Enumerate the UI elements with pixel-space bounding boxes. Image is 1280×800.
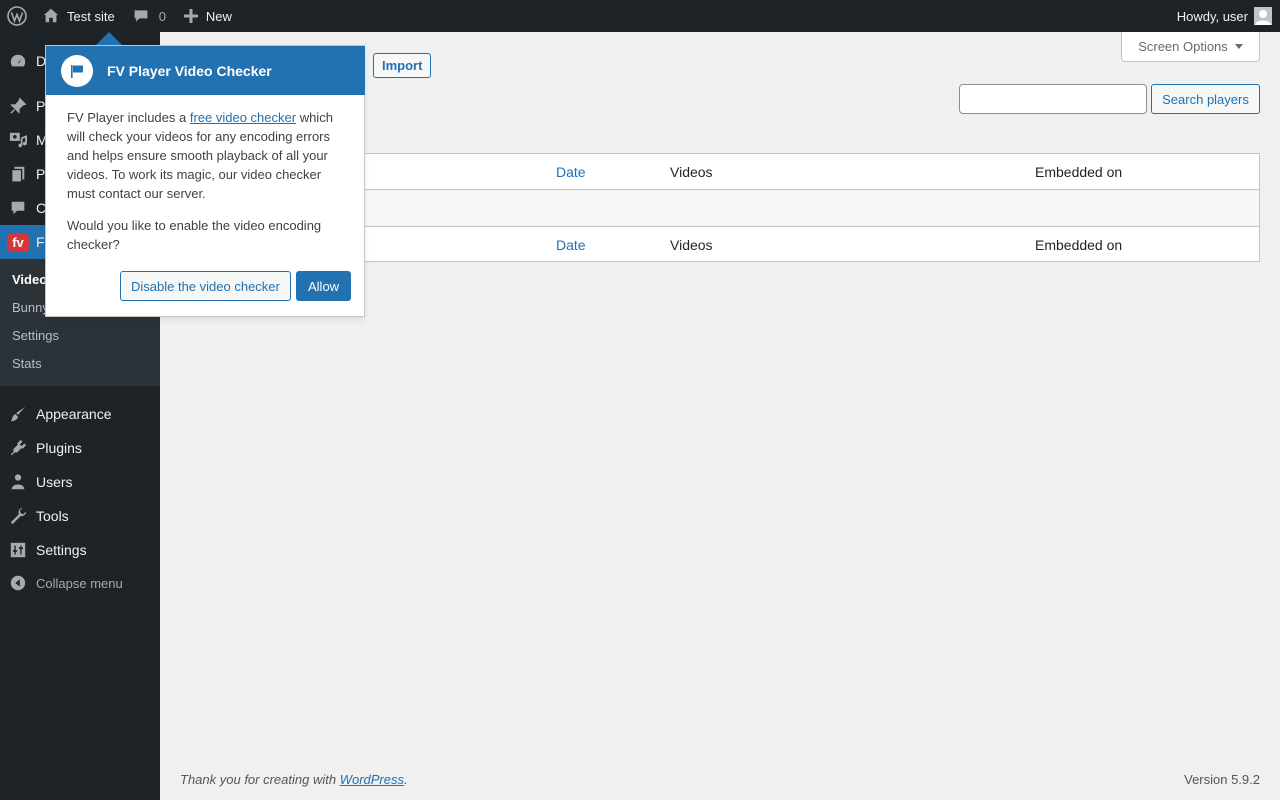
screen-options-button[interactable]: Screen Options bbox=[1121, 32, 1260, 62]
pointer-arrow bbox=[96, 32, 122, 45]
media-icon bbox=[0, 123, 36, 157]
column-header-date[interactable]: Date bbox=[556, 164, 586, 180]
my-account-link[interactable]: Howdy, user bbox=[1169, 0, 1280, 32]
column-footer-date[interactable]: Date bbox=[556, 237, 586, 253]
column-header-videos: Videos bbox=[670, 164, 713, 180]
site-name-link[interactable]: Test site bbox=[34, 0, 123, 32]
allow-button[interactable]: Allow bbox=[296, 271, 352, 301]
pointer-title: FV Player Video Checker bbox=[107, 62, 272, 79]
avatar bbox=[1254, 7, 1272, 25]
pages-icon bbox=[0, 157, 36, 191]
settings-icon bbox=[0, 533, 36, 567]
comments-count: 0 bbox=[158, 8, 166, 24]
wrench-icon bbox=[0, 499, 36, 533]
footer-thanks-suffix: . bbox=[404, 772, 408, 787]
submenu-item-bunny[interactable]: Bunny bbox=[12, 300, 49, 315]
new-label: New bbox=[205, 8, 232, 24]
footer-thanks: Thank you for creating with WordPress. bbox=[180, 772, 408, 787]
menu-item-users[interactable]: Users bbox=[0, 465, 160, 499]
admin-bar: Test site 0 New Howdy, user bbox=[0, 0, 1280, 32]
pointer-question: Would you like to enable the video encod… bbox=[67, 218, 322, 252]
dashboard-icon bbox=[0, 44, 36, 78]
submenu-item-stats[interactable]: Stats bbox=[12, 356, 42, 371]
howdy-text: Howdy, user bbox=[1176, 8, 1248, 24]
comment-icon bbox=[0, 191, 36, 225]
menu-item-settings[interactable]: Settings bbox=[0, 533, 160, 567]
pointer-text: FV Player includes a bbox=[67, 110, 190, 125]
menu-item-label: Settings bbox=[36, 542, 87, 558]
submenu-item-settings[interactable]: Settings bbox=[12, 328, 59, 343]
chevron-down-icon bbox=[1234, 44, 1243, 49]
search-input[interactable] bbox=[959, 84, 1147, 114]
menu-item-tools[interactable]: Tools bbox=[0, 499, 160, 533]
footer-version: Version 5.9.2 bbox=[1184, 772, 1260, 787]
menu-item-label: F bbox=[36, 234, 45, 250]
import-button[interactable]: Import bbox=[373, 53, 432, 78]
flag-icon bbox=[61, 54, 93, 87]
footer-thanks-prefix: Thank you for creating with bbox=[180, 772, 340, 787]
column-footer-videos: Videos bbox=[670, 237, 713, 253]
pointer-header: FV Player Video Checker bbox=[46, 46, 365, 95]
column-header-embedded-on: Embedded on bbox=[1035, 164, 1123, 180]
new-content-link[interactable]: New bbox=[176, 0, 240, 32]
fv-logo-icon: fv bbox=[0, 225, 36, 259]
menu-item-label: P bbox=[36, 98, 46, 114]
plus-icon bbox=[183, 9, 198, 23]
submenu-item-video[interactable]: Video bbox=[12, 272, 47, 287]
column-footer-embedded-on: Embedded on bbox=[1035, 237, 1123, 253]
pin-icon bbox=[0, 89, 36, 123]
collapse-arrow-icon bbox=[0, 566, 36, 600]
menu-item-plugins[interactable]: Plugins bbox=[0, 431, 160, 465]
video-checker-pointer: FV Player Video Checker FV Player includ… bbox=[45, 45, 365, 317]
home-icon bbox=[42, 7, 60, 25]
wordpress-logo-icon[interactable] bbox=[0, 0, 34, 32]
pointer-body: FV Player includes a free video checker … bbox=[67, 108, 342, 267]
fv-badge: fv bbox=[7, 232, 29, 252]
disable-video-checker-button[interactable]: Disable the video checker bbox=[120, 271, 291, 301]
wordpress-link[interactable]: WordPress bbox=[340, 772, 404, 787]
collapse-menu-button[interactable]: Collapse menu bbox=[0, 566, 160, 600]
comments-link[interactable]: 0 bbox=[125, 0, 174, 32]
brush-icon bbox=[0, 397, 36, 431]
menu-item-label: Users bbox=[36, 474, 73, 490]
site-name: Test site bbox=[67, 8, 115, 24]
screen-options-label: Screen Options bbox=[1138, 39, 1228, 54]
collapse-menu-label: Collapse menu bbox=[36, 575, 123, 591]
search-players-button[interactable]: Search players bbox=[1151, 84, 1260, 114]
plugin-icon bbox=[0, 431, 36, 465]
menu-item-label: Plugins bbox=[36, 440, 82, 456]
free-video-checker-link[interactable]: free video checker bbox=[190, 110, 296, 125]
comment-bubble-icon bbox=[133, 8, 149, 24]
pointer-description: FV Player includes a free video checker … bbox=[67, 108, 342, 203]
menu-item-appearance[interactable]: Appearance bbox=[0, 397, 160, 431]
menu-item-label: P bbox=[36, 166, 46, 182]
menu-item-label: Tools bbox=[36, 508, 69, 524]
user-icon bbox=[0, 465, 36, 499]
menu-item-label: Appearance bbox=[36, 406, 112, 422]
